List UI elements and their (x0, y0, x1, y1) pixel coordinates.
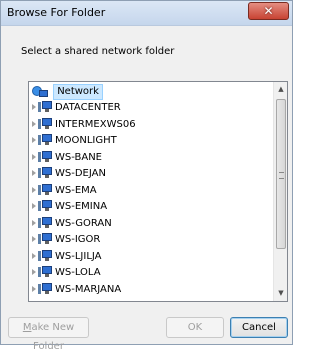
folder-tree-viewport: Network DATACENTER INTERMEXWS06 MOONLIGHT W… (29, 82, 273, 301)
tree-item-label: INTERMEXWS06 (55, 119, 136, 130)
scroll-up-icon[interactable]: ▲ (274, 82, 287, 97)
tree-item[interactable]: WS-EMINA (32, 200, 107, 217)
tree-item[interactable]: WS-GORAN (32, 217, 112, 234)
computer-icon (38, 233, 52, 245)
tree-item-label: WS-BANE (55, 152, 102, 163)
expand-arrow-icon[interactable] (32, 236, 36, 242)
expand-arrow-icon[interactable] (32, 137, 36, 143)
tree-item-label: WS-LJILJA (55, 251, 102, 262)
computer-icon (38, 118, 52, 130)
network-icon (32, 85, 48, 99)
computer-icon (38, 184, 52, 196)
expand-arrow-icon[interactable] (32, 154, 36, 160)
tree-item-label: WS-EMINA (55, 201, 108, 212)
make-new-folder-button[interactable]: Make New Folder (8, 317, 89, 352)
tree-item[interactable]: WS-EMA (32, 184, 97, 201)
expand-arrow-icon[interactable] (32, 187, 36, 193)
tree-item-label: WS-LOLA (55, 267, 101, 278)
expand-arrow-icon[interactable] (32, 203, 36, 209)
computer-icon (38, 134, 52, 146)
expand-arrow-icon[interactable] (32, 220, 36, 226)
expand-arrow-icon[interactable] (32, 170, 36, 176)
cancel-button[interactable]: Cancel (230, 317, 288, 338)
tree-item-network[interactable]: Network (32, 84, 103, 101)
computer-icon (38, 101, 52, 113)
tree-item-label: WS-DEJAN (55, 168, 106, 179)
expand-arrow-icon[interactable] (32, 253, 36, 259)
tree-item[interactable]: WS-LOLA (32, 266, 101, 283)
expand-arrow-icon[interactable] (32, 104, 36, 110)
instruction-text: Select a shared network folder (21, 46, 175, 57)
expand-arrow-icon[interactable] (32, 121, 36, 127)
scroll-down-icon[interactable]: ▼ (274, 286, 287, 301)
title-bar[interactable]: Browse For Folder ✕ (1, 1, 292, 26)
tree-item-label: WS-GORAN (55, 218, 112, 229)
computer-icon (38, 250, 52, 262)
tree-item[interactable]: INTERMEXWS06 (32, 118, 136, 135)
tree-item-label: DATACENTER (55, 102, 121, 113)
folder-tree[interactable]: Network DATACENTER INTERMEXWS06 MOONLIGHT W… (28, 81, 288, 302)
tree-item[interactable]: WS-DEJAN (32, 167, 106, 184)
computer-icon (38, 266, 52, 278)
computer-icon (38, 283, 52, 295)
tree-item-label: MOONLIGHT (55, 135, 117, 146)
expand-arrow-icon[interactable] (32, 269, 36, 275)
browse-for-folder-dialog: Browse For Folder ✕ Select a shared netw… (0, 0, 293, 352)
computer-icon (38, 167, 52, 179)
computer-icon (38, 200, 52, 212)
tree-item-label: WS-IGOR (55, 234, 101, 245)
tree-item[interactable]: DATACENTER (32, 101, 121, 118)
computer-icon (38, 151, 52, 163)
ok-label: OK (187, 322, 203, 333)
tree-item[interactable]: MOONLIGHT (32, 134, 117, 151)
tree-item[interactable]: WS-LJILJA (32, 250, 102, 267)
tree-item-label: Network (53, 84, 103, 100)
close-button[interactable]: ✕ (248, 2, 289, 20)
tree-item[interactable]: WS-MARJANA (32, 283, 121, 300)
tree-item-label: WS-MARJANA (55, 284, 122, 295)
scrollbar-thumb[interactable] (276, 99, 286, 249)
vertical-scrollbar[interactable]: ▲ ▼ (273, 82, 287, 301)
expand-arrow-icon[interactable] (32, 286, 36, 292)
close-icon: ✕ (263, 4, 274, 18)
computer-icon (38, 217, 52, 229)
make-new-folder-label: ake New Folder (31, 322, 75, 352)
tree-item[interactable]: WS-IGOR (32, 233, 100, 250)
cancel-label: Cancel (242, 322, 276, 333)
ok-button[interactable]: OK (166, 317, 224, 338)
tree-item-label: WS-EMA (55, 185, 97, 196)
tree-item[interactable]: WS-BANE (32, 151, 102, 168)
dialog-title: Browse For Folder (7, 6, 106, 19)
